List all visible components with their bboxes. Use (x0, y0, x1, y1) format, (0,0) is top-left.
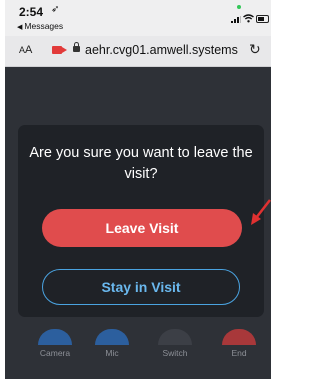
leave-visit-button[interactable]: Leave Visit (42, 209, 242, 247)
safari-address-bar: AA aehr.cvg01.amwell.systems ↻ (5, 36, 271, 67)
stay-in-visit-button[interactable]: Stay in Visit (42, 269, 240, 305)
leave-visit-dialog: Are you sure you want to leave the visit… (18, 125, 264, 317)
lock-icon (73, 42, 80, 52)
status-bar: 2:54 ➶ ◀ Messages (5, 0, 271, 36)
mic-control-button[interactable] (95, 329, 129, 345)
reload-icon[interactable]: ↻ (249, 41, 261, 58)
url-field[interactable]: aehr.cvg01.amwell.systems (85, 43, 238, 57)
mic-control-label: Mic (105, 348, 119, 358)
dialog-question: Are you sure you want to leave the visit… (29, 145, 253, 182)
end-control-label: End (231, 348, 247, 358)
location-icon: ➶ (51, 4, 60, 15)
battery-icon (256, 15, 269, 23)
end-control-button[interactable] (222, 329, 256, 345)
annotation-arrow-icon (251, 199, 271, 225)
back-app-label: Messages (24, 21, 64, 31)
cellular-signal-icon (231, 16, 241, 23)
camera-control-button[interactable] (38, 329, 72, 345)
text-size-button[interactable]: AA (19, 44, 32, 56)
camera-in-use-indicator-icon (237, 5, 241, 9)
screen-recording-icon[interactable] (52, 46, 67, 54)
camera-control-label: Camera (39, 348, 71, 358)
clock: 2:54 (19, 5, 44, 19)
back-to-app-link[interactable]: ◀ Messages (17, 21, 63, 31)
back-triangle-icon: ◀ (17, 24, 23, 31)
phone-screen: 2:54 ➶ ◀ Messages AA aehr.cvg01.amwell.sy… (5, 0, 271, 379)
switch-control-label: Switch (162, 348, 188, 358)
switch-control-button[interactable] (158, 329, 192, 345)
wifi-icon (243, 14, 254, 23)
